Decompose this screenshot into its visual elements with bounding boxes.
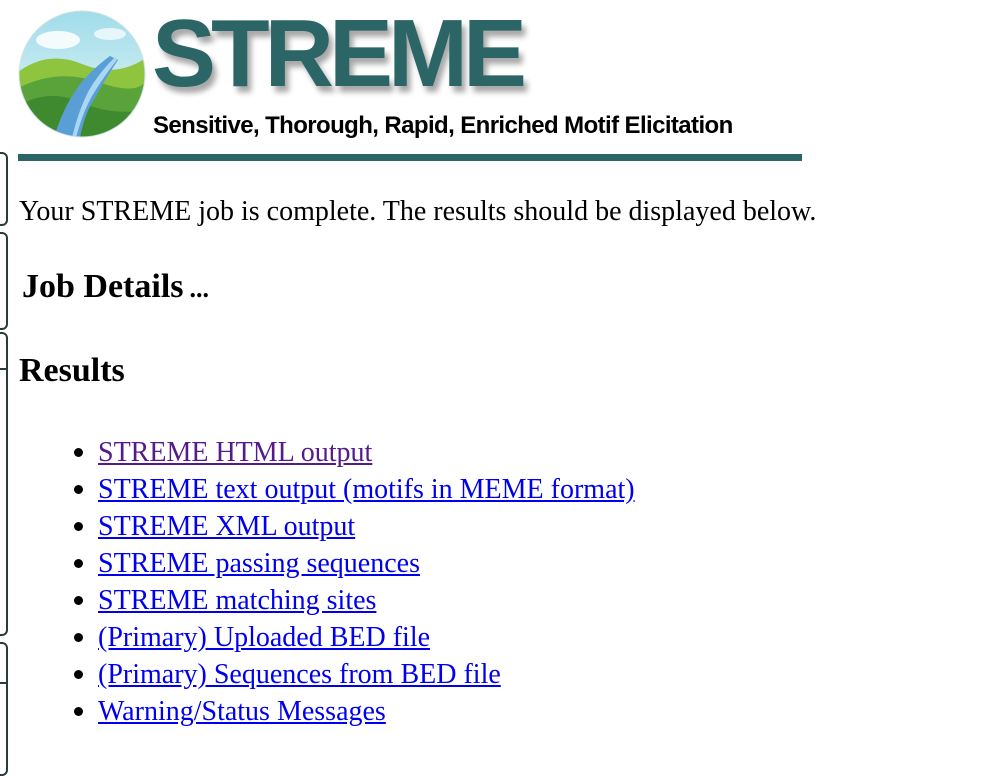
results-list: STREME HTML output STREME text output (m… xyxy=(74,434,635,730)
list-item: STREME text output (motifs in MEME forma… xyxy=(74,471,635,508)
list-item: Warning/Status Messages xyxy=(74,693,635,730)
streme-logo xyxy=(18,10,146,138)
panel-edge-top xyxy=(0,152,8,226)
link-uploaded-bed-file[interactable]: (Primary) Uploaded BED file xyxy=(98,622,430,653)
job-details-toggle[interactable]: Job Details... xyxy=(22,268,209,306)
panel-edge-marker xyxy=(0,368,8,370)
results-heading: Results xyxy=(19,352,125,389)
list-item: STREME passing sequences xyxy=(74,545,635,582)
link-warning-status-messages[interactable]: Warning/Status Messages xyxy=(98,696,386,727)
header-divider xyxy=(18,154,802,161)
list-item: STREME HTML output xyxy=(74,434,635,471)
link-streme-passing-sequences[interactable]: STREME passing sequences xyxy=(98,548,420,579)
list-item: (Primary) Uploaded BED file xyxy=(74,619,635,656)
job-details-label: Job Details xyxy=(22,268,184,305)
link-streme-xml-output[interactable]: STREME XML output xyxy=(98,511,355,542)
panel-edge-results xyxy=(0,332,8,636)
link-streme-html-output[interactable]: STREME HTML output xyxy=(98,437,372,468)
panel-edge-middle xyxy=(0,232,8,330)
app-title: STREME xyxy=(152,0,527,107)
panel-edge-marker xyxy=(0,682,8,684)
list-item: STREME XML output xyxy=(74,508,635,545)
panel-edge-bottom xyxy=(0,642,8,776)
job-details-expand[interactable]: ... xyxy=(190,274,210,303)
link-sequences-from-bed-file[interactable]: (Primary) Sequences from BED file xyxy=(98,659,501,690)
job-complete-message: Your STREME job is complete. The results… xyxy=(19,196,817,227)
list-item: STREME matching sites xyxy=(74,582,635,619)
link-streme-matching-sites[interactable]: STREME matching sites xyxy=(98,585,376,616)
app-subtitle: Sensitive, Thorough, Rapid, Enriched Mot… xyxy=(153,112,733,139)
list-item: (Primary) Sequences from BED file xyxy=(74,656,635,693)
link-streme-text-output[interactable]: STREME text output (motifs in MEME forma… xyxy=(98,474,635,505)
